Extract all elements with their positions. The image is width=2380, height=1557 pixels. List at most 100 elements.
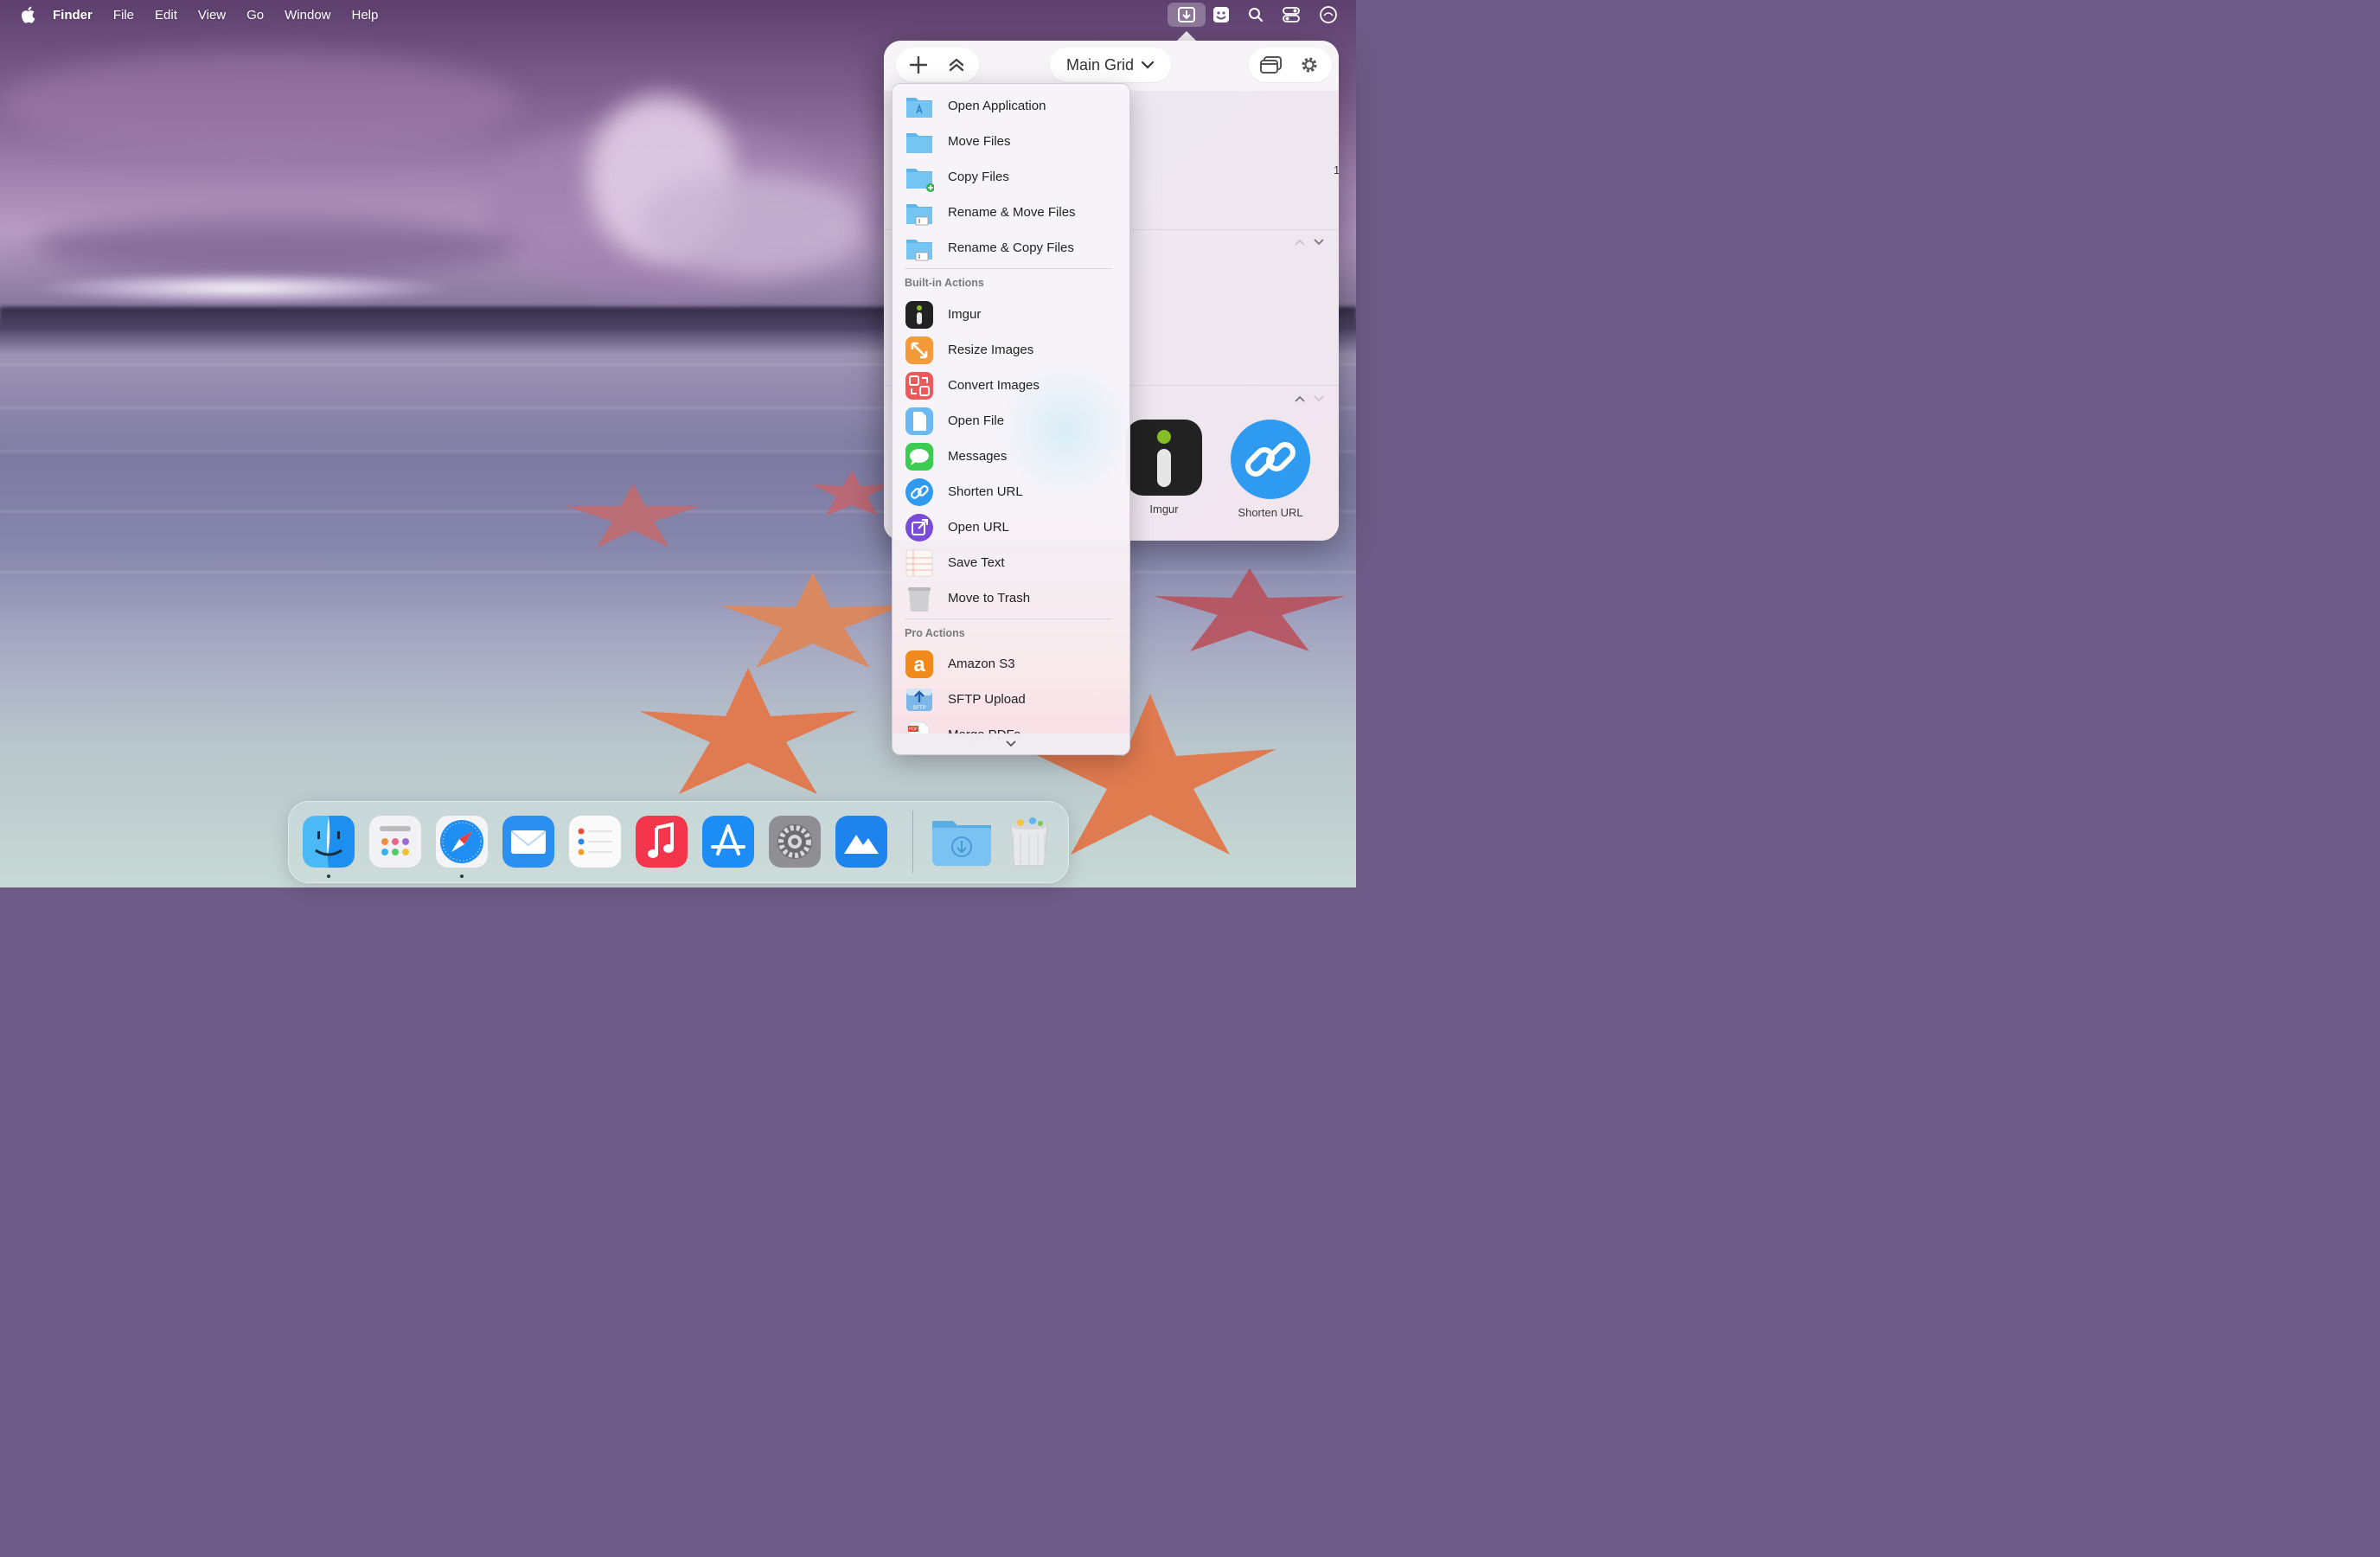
pro-actions-header: Pro Actions	[905, 627, 965, 639]
folder-plus-icon	[906, 168, 934, 192]
builtin-actions-header: Built-in Actions	[905, 277, 984, 289]
dock-dropzone[interactable]	[835, 816, 887, 868]
chevron-down-icon[interactable]	[1313, 394, 1325, 403]
menu-edit[interactable]: Edit	[155, 8, 177, 22]
menu-view[interactable]: View	[198, 8, 226, 22]
dock-safari[interactable]	[436, 816, 488, 868]
settings-icon	[769, 816, 821, 868]
dock	[288, 801, 1069, 883]
menu-item-amazon-s3[interactable]: a Amazon S3	[892, 646, 1129, 682]
chevron-up-icon[interactable]	[1294, 238, 1306, 247]
tile-label: Shorten URL	[1238, 506, 1303, 519]
svg-text:SFTP: SFTP	[912, 706, 925, 711]
imgur-icon	[905, 300, 933, 329]
siri-icon[interactable]	[1311, 3, 1346, 27]
mail-icon	[502, 816, 554, 868]
trash-full-icon	[1010, 817, 1048, 867]
amazon-icon: a	[905, 650, 933, 678]
messages-icon	[905, 442, 933, 471]
dock-divider	[912, 811, 913, 873]
svg-text:PDF: PDF	[909, 727, 918, 732]
chevron-down-icon[interactable]	[1313, 238, 1325, 247]
open-url-icon	[905, 513, 933, 541]
dock-downloads[interactable]	[931, 816, 993, 868]
menu-item-shorten-url[interactable]: Shorten URL	[892, 474, 1129, 509]
menu-item-messages[interactable]: Messages	[892, 439, 1129, 474]
add-icon[interactable]	[899, 56, 937, 74]
dock-finder[interactable]	[303, 816, 355, 868]
collapse-all-icon[interactable]	[937, 56, 976, 74]
finder-icon	[303, 816, 355, 868]
downloads-folder-icon	[932, 821, 991, 866]
app-face-icon[interactable]	[1204, 3, 1238, 27]
menu-separator	[905, 618, 1112, 619]
menu-app-name[interactable]: Finder	[53, 8, 93, 22]
chevron-down-icon	[1141, 61, 1155, 69]
spotlight-search-icon[interactable]	[1238, 3, 1273, 27]
link-icon	[1231, 420, 1310, 499]
grid-tile-imgur[interactable]: Imgur	[1121, 418, 1207, 516]
gear-icon[interactable]	[1290, 55, 1328, 74]
notepad-icon	[905, 549, 933, 576]
menu-help[interactable]: Help	[352, 8, 379, 22]
dock-music[interactable]	[636, 816, 688, 868]
add-action-menu: Open Application Move Files Copy Files R…	[892, 83, 1130, 755]
resize-icon	[905, 336, 933, 364]
menu-item-imgur[interactable]: Imgur	[892, 297, 1129, 332]
dock-launchpad[interactable]	[369, 816, 421, 868]
menu-item-rename-copy-files[interactable]: Rename & Copy Files	[892, 230, 1129, 266]
dropzone-icon[interactable]	[1168, 3, 1206, 27]
tile-label: Imgur	[1149, 503, 1179, 516]
menu-item-move-files[interactable]: Move Files	[892, 124, 1129, 159]
menu-window[interactable]: Window	[285, 8, 330, 22]
music-icon	[636, 816, 688, 868]
grid-tile-shorten-url[interactable]: Shorten URL	[1227, 418, 1314, 519]
dock-reminders[interactable]	[569, 816, 621, 868]
menu-item-save-text[interactable]: Save Text	[892, 545, 1129, 580]
running-indicator	[460, 875, 464, 878]
chevron-down-icon	[1006, 740, 1016, 747]
menu-item-rename-move-files[interactable]: Rename & Move Files	[892, 195, 1129, 230]
app-store-icon	[702, 816, 754, 868]
menu-item-open-url[interactable]: Open URL	[892, 509, 1129, 545]
menu-item-resize-images[interactable]: Resize Images	[892, 332, 1129, 368]
menu-item-sftp-upload[interactable]: SFTP SFTP Upload	[892, 682, 1129, 717]
reminders-icon	[569, 816, 621, 868]
convert-icon	[905, 371, 933, 400]
menu-scroll-down[interactable]	[892, 734, 1129, 754]
menu-item-move-to-trash[interactable]: Move to Trash	[892, 580, 1129, 616]
dropzone-app-icon	[835, 816, 887, 868]
menu-go[interactable]: Go	[246, 8, 264, 22]
file-icon	[905, 407, 933, 435]
apple-logo-icon[interactable]	[20, 6, 35, 23]
dock-app-store[interactable]	[702, 816, 754, 868]
imgur-icon	[1126, 420, 1202, 496]
menu-item-open-file[interactable]: Open File	[892, 403, 1129, 439]
launchpad-icon	[369, 816, 421, 868]
chevron-up-icon[interactable]	[1294, 394, 1306, 403]
folder-apps-icon	[906, 97, 932, 118]
dock-mail[interactable]	[502, 816, 554, 868]
menu-item-convert-images[interactable]: Convert Images	[892, 368, 1129, 403]
window-icon[interactable]	[1252, 56, 1290, 74]
dock-system-settings[interactable]	[769, 816, 821, 868]
menu-file[interactable]: File	[113, 8, 134, 22]
menu-separator	[905, 268, 1112, 269]
toolbar-left-group	[896, 48, 979, 82]
trash-icon	[908, 586, 931, 612]
menu-item-open-application[interactable]: Open Application	[892, 88, 1129, 124]
grid-selector[interactable]: Main Grid	[1050, 48, 1171, 82]
section-reorder-controls	[1294, 238, 1325, 247]
running-indicator	[327, 875, 330, 878]
link-icon	[905, 477, 933, 506]
safari-icon	[436, 816, 488, 868]
folder-rename-icon	[906, 203, 932, 225]
menu-item-copy-files[interactable]: Copy Files	[892, 159, 1129, 195]
menu-bar: Finder File Edit View Go Window Help	[0, 0, 1356, 29]
partial-count: 1	[1334, 163, 1339, 176]
section-reorder-controls	[1294, 394, 1325, 403]
control-center-icon[interactable]	[1274, 3, 1308, 27]
sftp-icon: SFTP	[906, 688, 932, 711]
folder-rename-icon	[906, 239, 932, 260]
dock-trash[interactable]	[1003, 816, 1055, 868]
